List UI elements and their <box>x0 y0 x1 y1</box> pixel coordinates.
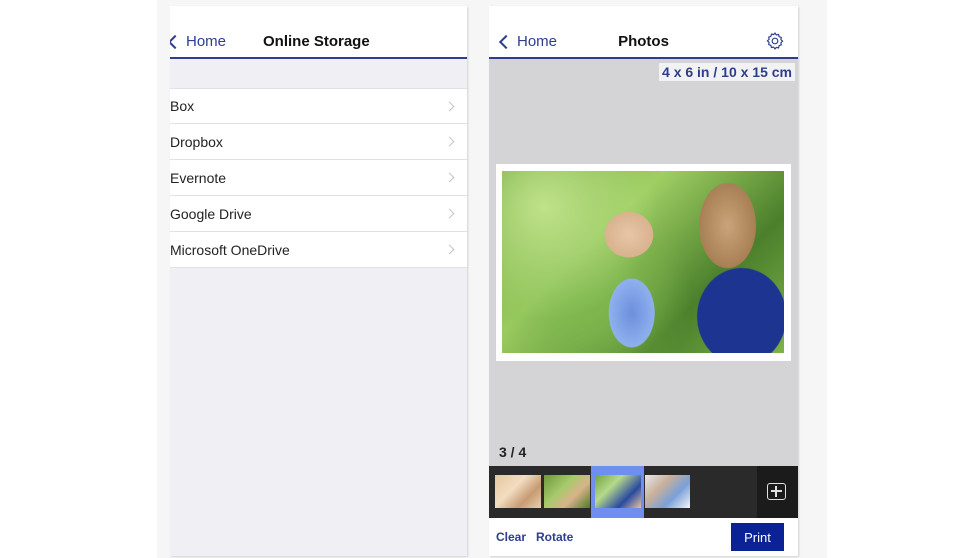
chevron-right-icon <box>444 208 455 219</box>
photos-screen: Home Photos 4 x 6 in / 10 x 15 cm 3 / 4 … <box>489 6 798 556</box>
add-photo-area <box>757 466 798 518</box>
nav-bar: Home Photos <box>489 6 798 59</box>
nav-bar: Home Online Storage <box>170 6 467 59</box>
chevron-right-icon <box>444 244 455 255</box>
list-item-dropbox[interactable]: Dropbox <box>170 124 467 160</box>
online-storage-screen: Home Online Storage Box Dropbox Evernote… <box>170 6 467 556</box>
clear-button[interactable]: Clear <box>496 530 526 544</box>
storage-service-list: Box Dropbox Evernote Google Drive Micros… <box>170 88 467 268</box>
list-item-label: Dropbox <box>170 133 223 150</box>
chevron-right-icon <box>444 172 455 183</box>
list-item-google-drive[interactable]: Google Drive <box>170 196 467 232</box>
list-item-box[interactable]: Box <box>170 88 467 124</box>
photo-preview[interactable] <box>502 171 784 353</box>
thumbnail-photo-2[interactable] <box>544 475 590 508</box>
plus-square-icon[interactable] <box>767 483 786 500</box>
list-item-label: Google Drive <box>170 205 252 222</box>
chevron-right-icon <box>444 136 455 147</box>
chevron-right-icon <box>444 101 455 111</box>
page-title: Online Storage <box>263 33 370 50</box>
list-item-evernote[interactable]: Evernote <box>170 160 467 196</box>
photo-preview-frame <box>496 164 791 361</box>
print-button[interactable]: Print <box>731 523 784 551</box>
chevron-left-icon <box>170 34 183 49</box>
paper-size-label[interactable]: 4 x 6 in / 10 x 15 cm <box>659 63 795 81</box>
back-button[interactable]: Home <box>170 33 226 50</box>
list-item-label: Evernote <box>170 169 227 186</box>
list-item-label: Microsoft OneDrive <box>170 241 290 258</box>
list-item-label: Box <box>170 98 195 114</box>
bottom-toolbar: Clear Rotate Print <box>489 518 798 556</box>
thumbnail-photo-3[interactable] <box>595 475 641 508</box>
thumbnail-photo-4[interactable] <box>645 475 690 508</box>
thumbnail-photo-1[interactable] <box>495 475 541 508</box>
list-item-microsoft-onedrive[interactable]: Microsoft OneDrive <box>170 232 467 268</box>
rotate-button[interactable]: Rotate <box>536 530 573 544</box>
back-label: Home <box>186 33 227 50</box>
photo-counter: 3 / 4 <box>499 444 527 460</box>
gear-icon[interactable] <box>765 31 785 51</box>
thumbnail-strip <box>489 466 798 518</box>
page-title: Photos <box>618 33 669 50</box>
